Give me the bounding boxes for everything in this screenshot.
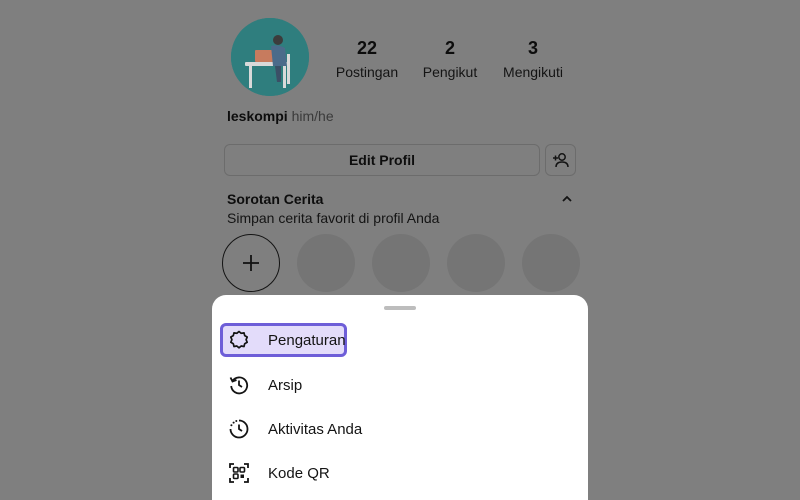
highlight-placeholder	[297, 234, 355, 292]
avatar[interactable]	[231, 18, 309, 96]
menu-item-activity[interactable]: Aktivitas Anda	[220, 412, 580, 446]
person-add-icon	[552, 153, 569, 168]
highlight-placeholder	[372, 234, 430, 292]
menu-item-qr-code[interactable]: Kode QR	[220, 456, 580, 490]
qr-code-icon	[228, 462, 250, 484]
highlight-placeholder	[447, 234, 505, 292]
stat-posts[interactable]: 22 Postingan	[322, 38, 412, 80]
plus-icon	[243, 255, 259, 271]
bottom-sheet-menu: Pengaturan Arsip Aktivitas Anda Kode QR	[212, 295, 588, 500]
menu-item-settings[interactable]: Pengaturan	[220, 323, 347, 357]
stat-count: 3	[527, 38, 538, 58]
highlights-title: Sorotan Cerita	[227, 191, 324, 207]
add-user-button[interactable]	[545, 144, 576, 176]
pronouns: him/he	[291, 108, 334, 124]
profile-name-line: leskompi him/he	[227, 108, 334, 124]
stat-label: Pengikut	[422, 64, 478, 80]
menu-item-label: Aktivitas Anda	[268, 420, 363, 438]
menu-item-label: Kode QR	[268, 464, 330, 482]
menu-item-label: Arsip	[268, 376, 303, 394]
sheet-drag-handle[interactable]	[384, 306, 416, 310]
new-highlight-button[interactable]	[222, 234, 280, 292]
stat-count: 2	[444, 38, 455, 58]
activity-clock-icon	[228, 418, 250, 440]
stat-followers[interactable]: 2 Pengikut	[405, 38, 495, 80]
stat-following[interactable]: 3 Mengikuti	[488, 38, 578, 80]
username: leskompi	[227, 108, 288, 124]
menu-item-archive[interactable]: Arsip	[220, 368, 580, 402]
edit-profile-button[interactable]: Edit Profil	[224, 144, 540, 176]
chevron-up-icon	[562, 195, 572, 202]
settings-icon	[228, 329, 250, 351]
highlights-subtitle: Simpan cerita favorit di profil Anda	[227, 210, 440, 226]
highlights-toggle[interactable]	[559, 191, 575, 207]
stat-label: Postingan	[335, 64, 399, 80]
highlight-placeholder	[522, 234, 580, 292]
menu-item-label: Pengaturan	[268, 331, 346, 349]
avatar-illustration	[231, 18, 309, 96]
stat-label: Mengikuti	[503, 64, 563, 80]
archive-history-icon	[228, 374, 250, 396]
stat-count: 22	[356, 38, 378, 58]
